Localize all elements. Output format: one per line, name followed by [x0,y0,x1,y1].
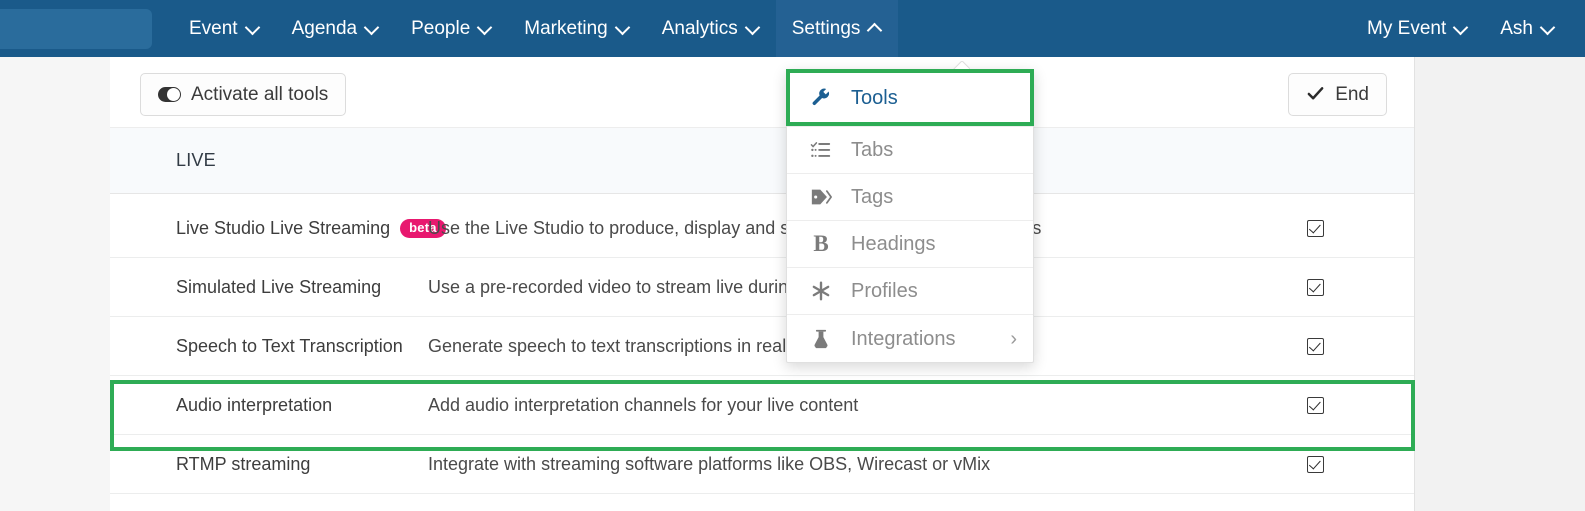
tool-name-cell: Live Studio Live Streaming beta [110,217,446,239]
menu-item-integrations[interactable]: Integrations › [787,315,1033,362]
chevron-down-icon [479,21,492,34]
nav-item-settings[interactable]: Settings [775,0,899,57]
nav-item-user-account[interactable]: Ash [1484,0,1571,57]
tag-icon [809,185,833,209]
nav-item-label: My Event [1367,17,1447,39]
settings-dropdown-menu: Tools Tabs Tags B Headings Profiles Inte… [786,69,1034,363]
menu-item-label: Profiles [851,280,918,302]
top-navbar: Event Agenda People Marketing Analytics … [0,0,1585,57]
table-row[interactable]: RTMP streaming Integrate with streaming … [110,435,1414,494]
bold-b-icon: B [813,231,829,256]
nav-item-agenda[interactable]: Agenda [276,0,396,57]
table-row[interactable]: Audio interpretation Add audio interpret… [110,376,1414,435]
tool-name: Speech to Text Transcription [176,335,403,356]
nav-right-group: My Event Ash [1351,0,1585,57]
tool-toggle-cell [1215,219,1414,237]
chevron-down-icon [247,21,260,34]
toggle-switch-icon [158,87,181,102]
section-title: LIVE [176,150,216,170]
nav-item-label: People [411,17,471,39]
table-row[interactable]: Speech to Text Transcription Generate sp… [110,317,1414,376]
nav-item-people[interactable]: People [395,0,508,57]
tool-enabled-checkbox[interactable] [1306,455,1324,473]
tool-toggle-cell [1215,337,1414,355]
wrench-icon [809,86,833,110]
menu-item-headings[interactable]: B Headings [787,221,1033,268]
clipped-text-row [140,57,1140,61]
main-nav: Event Agenda People Marketing Analytics … [173,0,899,57]
nav-item-label: Analytics [661,17,738,39]
nav-item-analytics[interactable]: Analytics [646,0,776,57]
section-header-live: LIVE [110,127,1414,194]
list-icon [809,138,833,162]
tool-name: RTMP streaming [176,453,311,474]
nav-item-label: Settings [791,17,861,39]
tool-name-cell: Simulated Live Streaming [110,277,428,298]
end-button-label: End [1335,83,1369,105]
tool-toggle-cell [1215,455,1414,473]
nav-item-label: Marketing [524,17,608,39]
table-row[interactable]: Simulated Live Streaming Use a pre-recor… [110,258,1414,317]
menu-item-tools[interactable]: Tools [787,70,1033,127]
flask-icon [809,327,833,351]
tool-name: Live Studio Live Streaming [176,217,391,238]
tool-enabled-checkbox[interactable] [1306,219,1324,237]
tool-description: Add audio interpretation channels for yo… [428,394,859,415]
menu-item-profiles[interactable]: Profiles [787,268,1033,315]
activate-all-tools-button[interactable]: Activate all tools [140,73,347,116]
tools-toolbar: Activate all tools End [110,62,1414,127]
dropdown-arrow-icon [953,61,970,70]
page-left-gutter [0,57,110,511]
nav-item-label: Ash [1500,17,1533,39]
tool-name-cell: RTMP streaming [110,454,428,475]
chevron-right-icon: › [1010,327,1017,350]
chevron-down-icon [747,21,760,34]
tools-panel: Activate all tools End LIVE Live Studio … [110,57,1415,511]
chevron-down-icon [1542,21,1555,34]
tool-name: Audio interpretation [176,394,333,415]
menu-item-tags[interactable]: Tags [787,174,1033,221]
end-button[interactable]: End [1288,73,1387,116]
menu-item-label: Tags [851,186,894,208]
tool-name-cell: Audio interpretation [110,395,428,416]
menu-item-label: Integrations [851,327,956,350]
tool-enabled-checkbox[interactable] [1306,337,1324,355]
nav-item-label: Event [189,17,238,39]
tool-toggle-cell [1215,278,1414,296]
menu-item-label: Headings [851,233,936,255]
chevron-up-icon [869,21,882,34]
tool-name: Simulated Live Streaming [176,276,382,297]
tool-toggle-cell [1215,396,1414,414]
menu-item-tabs[interactable]: Tabs [787,127,1033,174]
menu-item-label: Tabs [851,139,894,161]
tool-name-cell: Speech to Text Transcription [110,336,428,357]
nav-item-marketing[interactable]: Marketing [508,0,645,57]
tool-enabled-checkbox[interactable] [1306,278,1324,296]
chevron-down-icon [1455,21,1468,34]
tools-table: Live Studio Live Streaming beta Use the … [110,199,1414,494]
tool-enabled-checkbox[interactable] [1306,396,1324,414]
search-input[interactable] [0,8,152,49]
table-row[interactable]: Live Studio Live Streaming beta Use the … [110,199,1414,258]
menu-item-label: Tools [851,87,898,109]
chevron-down-icon [366,21,379,34]
chevron-down-icon [617,21,630,34]
nav-item-my-event[interactable]: My Event [1351,0,1484,57]
activate-all-tools-label: Activate all tools [191,83,329,105]
checkmark-icon [1306,84,1325,103]
asterisk-icon [809,279,833,303]
tool-description: Integrate with streaming software platfo… [428,453,991,474]
nav-item-label: Agenda [291,17,358,39]
nav-item-event[interactable]: Event [173,0,276,57]
